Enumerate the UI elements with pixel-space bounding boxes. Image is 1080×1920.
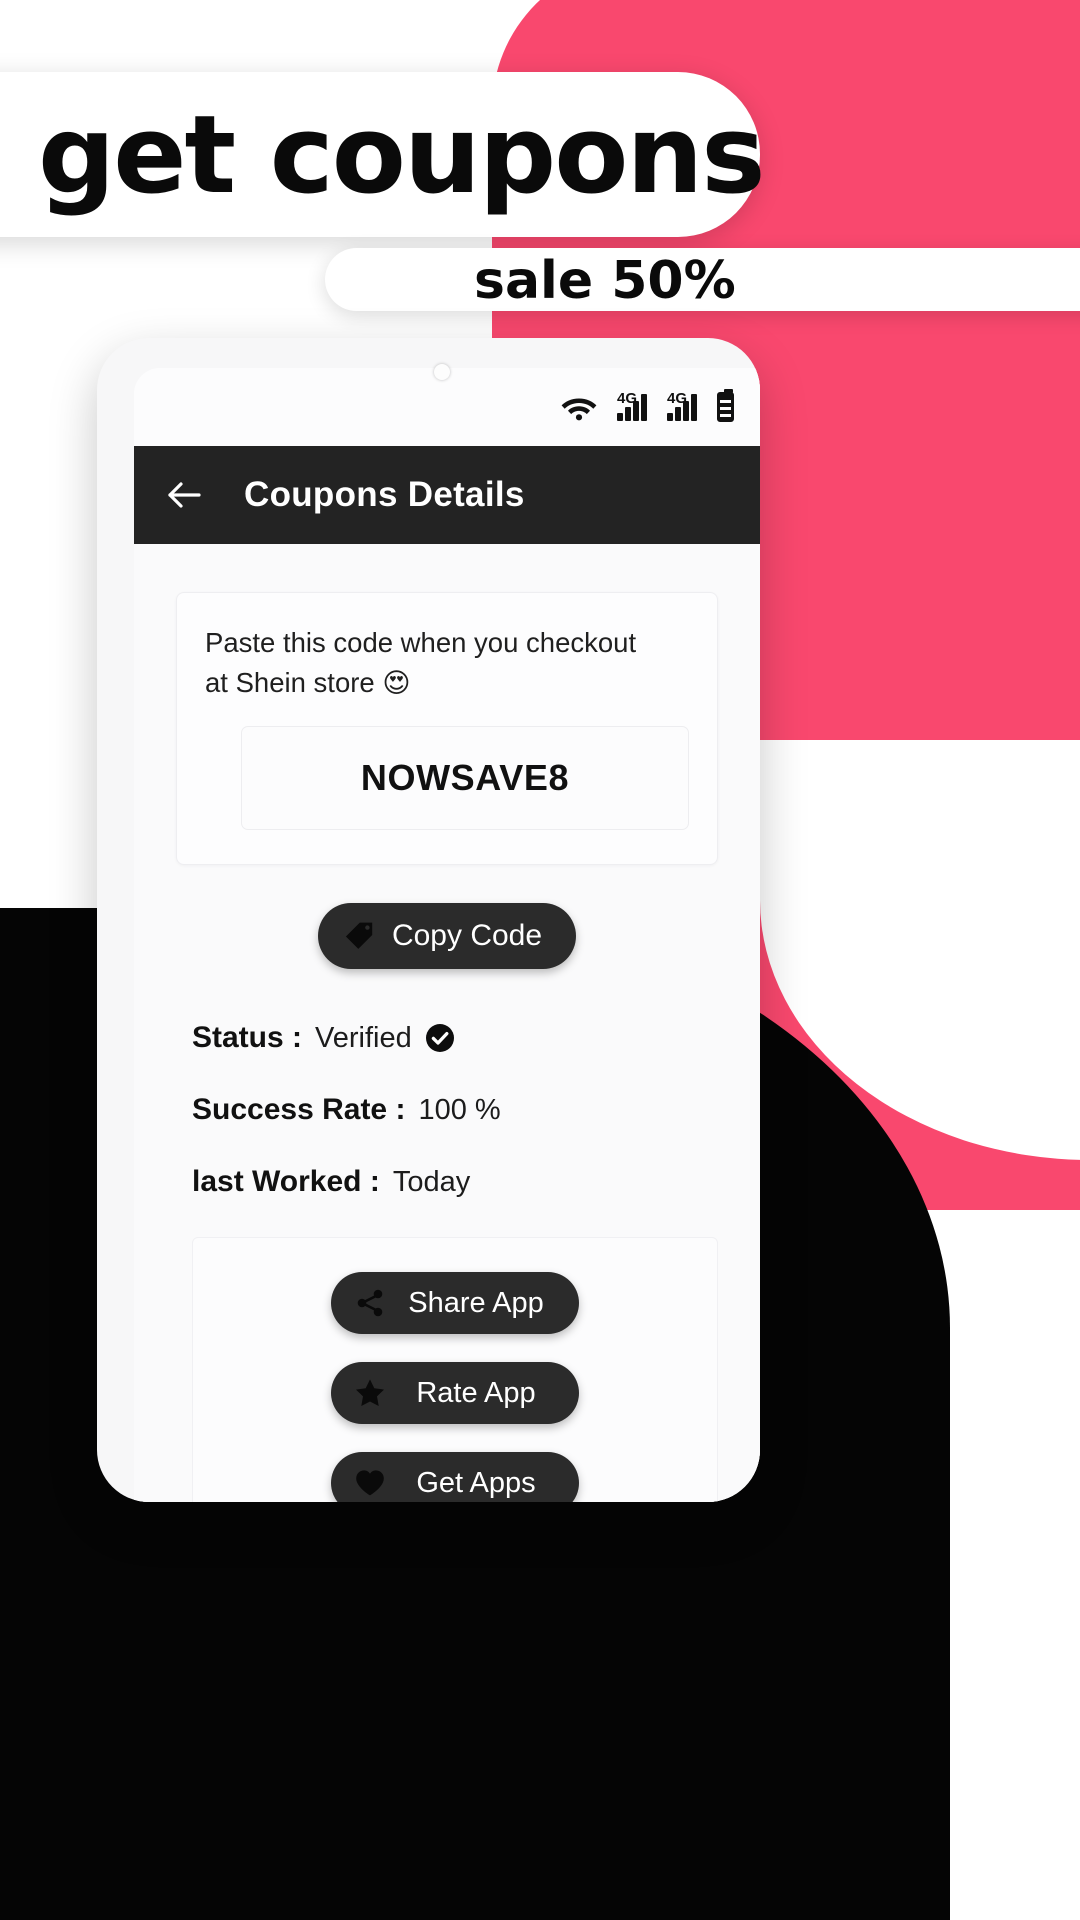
signal-4g-sim2-icon: 4G <box>667 390 697 421</box>
get-apps-label: Get Apps <box>416 1466 536 1499</box>
info-row-status: Status : Verified <box>192 1021 760 1055</box>
status-bar: 4G 4G <box>134 368 760 446</box>
signal-4g-sim1-label: 4G <box>617 389 638 407</box>
info-row-last-worked: last Worked : Today <box>192 1165 760 1199</box>
battery-icon <box>717 389 734 422</box>
app-actions-card: Share App Rate App Get Apps <box>192 1237 718 1502</box>
rate-app-label: Rate App <box>416 1376 536 1409</box>
info-row-success-rate: Success Rate : 100 % <box>192 1093 760 1127</box>
rate-app-button[interactable]: Rate App <box>331 1362 579 1424</box>
get-apps-button[interactable]: Get Apps <box>331 1452 579 1502</box>
back-arrow-icon[interactable] <box>162 473 206 517</box>
promo-subline: sale 50% <box>474 251 736 311</box>
last-worked-label: last Worked : <box>192 1165 380 1198</box>
app-bar: Coupons Details <box>134 446 760 544</box>
last-worked-value: Today <box>392 1165 471 1198</box>
success-rate-label: Success Rate : <box>192 1093 406 1126</box>
coupon-info-list: Status : Verified Success Rate : 100 % l… <box>192 1021 760 1199</box>
verified-check-icon <box>425 1023 455 1053</box>
wifi-icon <box>561 392 597 422</box>
share-icon <box>353 1286 387 1320</box>
status-value: Verified <box>315 1021 412 1054</box>
share-app-button[interactable]: Share App <box>331 1272 579 1334</box>
coupon-instruction-line2: Shein store <box>235 667 375 698</box>
coupon-code-value: NOWSAVE8 <box>360 757 570 798</box>
signal-4g-sim1-icon: 4G <box>617 390 647 421</box>
share-app-label: Share App <box>408 1286 544 1319</box>
screen-body: Paste this code when you checkout at She… <box>134 544 760 1502</box>
page-title: Coupons Details <box>244 475 525 514</box>
signal-4g-sim2-label: 4G <box>667 389 688 407</box>
star-icon <box>353 1376 387 1410</box>
tag-icon <box>342 919 376 953</box>
heart-eyes-emoji-icon: 😍 <box>382 668 411 699</box>
camera-dot <box>434 364 450 380</box>
copy-code-row: Copy Code <box>134 903 760 969</box>
copy-code-button[interactable]: Copy Code <box>317 903 577 969</box>
coupon-instruction: Paste this code when you checkout at She… <box>205 623 665 704</box>
status-label: Status : <box>192 1021 303 1054</box>
heart-icon <box>353 1466 387 1500</box>
coupon-code-box[interactable]: NOWSAVE8 <box>241 726 689 830</box>
phone-screen: 4G 4G Coupons Details Paste this code wh… <box>134 368 760 1502</box>
coupon-card: Paste this code when you checkout at She… <box>176 592 718 865</box>
success-rate-value: 100 % <box>418 1093 501 1126</box>
promo-screenshot: get coupons sale 50% 4G 4G Coupons Detai… <box>0 0 1080 1920</box>
phone-mockup: 4G 4G Coupons Details Paste this code wh… <box>97 338 760 1502</box>
copy-code-label: Copy Code <box>391 919 543 952</box>
promo-headline: get coupons <box>38 93 766 218</box>
